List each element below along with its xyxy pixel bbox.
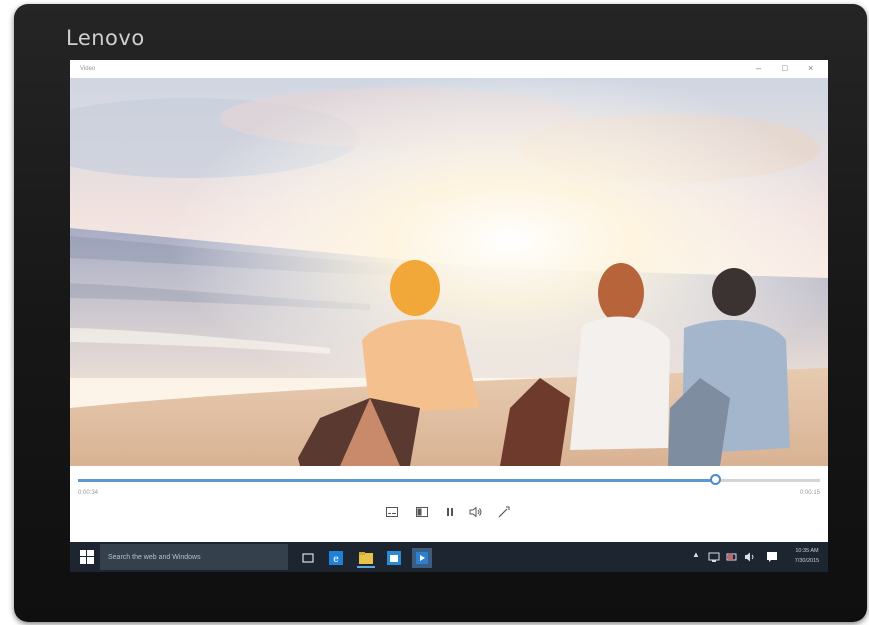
store-icon[interactable] [384,548,404,568]
battery-icon[interactable] [726,550,738,562]
window-titlebar: Video – □ × [70,60,828,78]
tray-overflow-icon[interactable]: ▲ [692,550,700,559]
file-explorer-icon[interactable] [356,548,376,568]
clock-date: 7/30/2015 [794,558,820,564]
edge-icon[interactable]: e [326,548,346,568]
seek-bar-fill [78,479,717,482]
window-title: Video [80,66,96,72]
tablet-device: Lenovo Video – □ × 0:00:34 0:00:15 Searc… [14,4,867,622]
remaining-time: 0:00:15 [799,490,820,496]
seek-thumb[interactable] [710,474,722,485]
pause-icon[interactable] [442,504,458,520]
playback-controls: 0:00:34 0:00:15 [70,466,828,542]
subtitles-icon[interactable] [384,504,400,520]
task-view-icon[interactable] [298,548,318,568]
seek-bar[interactable] [78,479,820,482]
action-center-icon[interactable] [766,550,778,562]
maximize-button[interactable]: □ [782,63,787,73]
screen: Video – □ × 0:00:34 0:00:15 Search the w… [70,60,828,572]
network-icon[interactable] [708,550,720,562]
taskbar-search-box[interactable]: Search the web and Windows [100,544,288,570]
clock-time: 10:35 AM [795,548,819,554]
speaker-icon[interactable] [744,550,756,562]
brand-logo: Lenovo [66,26,145,50]
cast-icon[interactable] [496,504,512,520]
mini-view-icon[interactable] [414,504,430,520]
movies-tv-icon[interactable] [412,548,432,568]
svg-text:e: e [333,554,339,565]
taskbar-clock[interactable]: 10:35 AM 7/30/2015 [788,546,826,566]
windows-start-icon[interactable] [80,550,94,564]
video-frame[interactable] [70,78,828,466]
close-button[interactable]: × [808,63,813,73]
video-scene-image [70,78,828,466]
volume-icon[interactable] [468,504,484,520]
elapsed-time: 0:00:34 [78,490,99,496]
taskbar: Search the web and Windows e ▲ 10:35 AM … [70,542,828,572]
minimize-button[interactable]: – [756,63,761,73]
